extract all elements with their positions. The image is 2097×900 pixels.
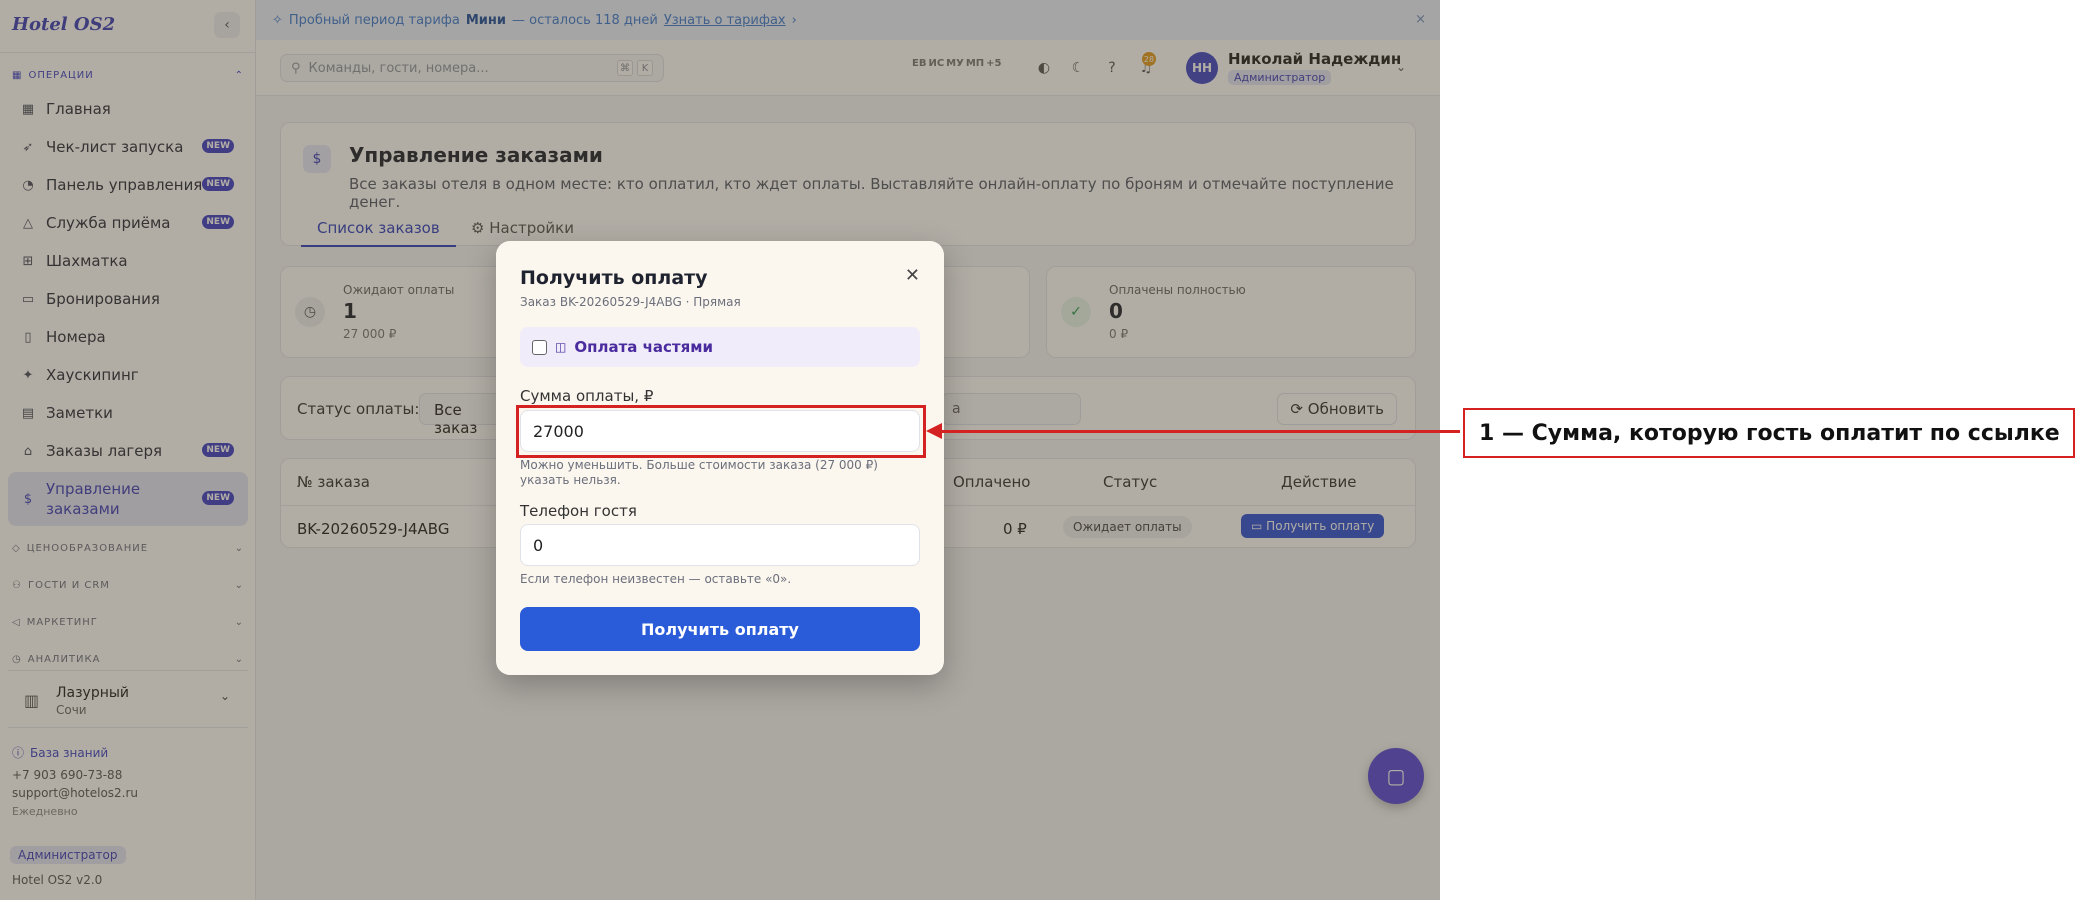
- installments-option[interactable]: ◫ Оплата частями: [520, 327, 920, 367]
- close-icon[interactable]: ✕: [905, 265, 920, 286]
- phone-input[interactable]: 0: [520, 524, 920, 566]
- receive-payment-dialog: Получить оплату Заказ BK-20260529-J4ABG …: [496, 241, 944, 675]
- split-icon: ◫: [555, 340, 567, 354]
- installments-checkbox[interactable]: [532, 339, 547, 355]
- amount-hint: Можно уменьшить. Больше стоимости заказа…: [520, 458, 878, 487]
- highlight-box: [516, 405, 926, 458]
- receive-payment-button[interactable]: Получить оплату: [520, 607, 920, 651]
- annotation-callout: 1 — Сумма, которую гость оплатит по ссыл…: [1463, 408, 2075, 458]
- amount-label: Сумма оплаты, ₽: [520, 387, 654, 405]
- dialog-title: Получить оплату: [520, 267, 708, 289]
- annotation-arrow: [940, 430, 1460, 433]
- phone-label: Телефон гостя: [520, 502, 637, 520]
- phone-hint: Если телефон неизвестен — оставьте «0».: [520, 572, 792, 586]
- arrow-head: [926, 423, 942, 439]
- installments-label: Оплата частями: [574, 338, 714, 356]
- dialog-subtitle: Заказ BK-20260529-J4ABG · Прямая: [520, 295, 741, 309]
